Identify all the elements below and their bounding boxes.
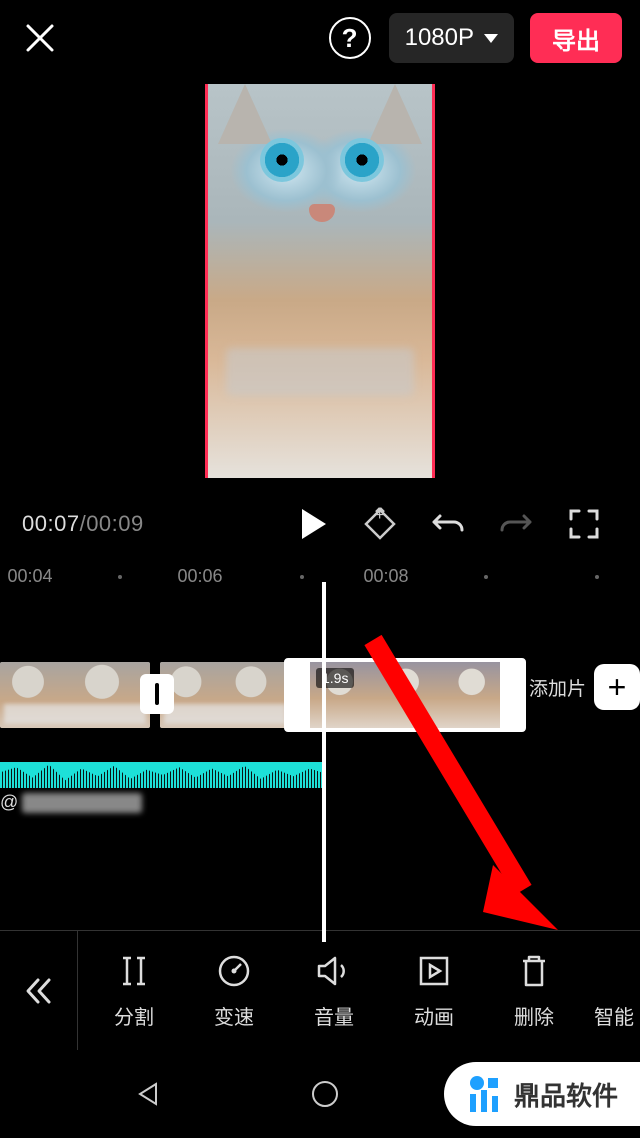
tool-label: 音量 [314, 1001, 354, 1030]
video-preview[interactable] [205, 84, 435, 478]
tool-label: 变速 [214, 1001, 254, 1030]
tool-smart[interactable]: 智能 [584, 951, 640, 1030]
triangle-left-icon [134, 1080, 162, 1108]
tool-label: 删除 [514, 1001, 554, 1030]
tool-delete[interactable]: 删除 [484, 951, 584, 1030]
undo-icon [430, 506, 466, 542]
chevron-down-icon [484, 34, 498, 43]
help-icon: ? [342, 23, 358, 54]
ruler-dot [484, 575, 488, 579]
redo-icon [498, 506, 534, 542]
nav-back-button[interactable] [126, 1072, 170, 1116]
chevron-double-left-icon [24, 976, 54, 1006]
tool-speed[interactable]: 变速 [184, 951, 284, 1030]
speed-icon [214, 951, 254, 991]
delete-icon [514, 951, 554, 991]
fullscreen-button[interactable] [560, 500, 608, 548]
brand-logo-icon [464, 1074, 504, 1114]
circle-icon [310, 1079, 340, 1109]
export-label: 导出 [552, 21, 600, 56]
current-time: 00:07 [22, 511, 80, 536]
play-icon [302, 509, 326, 539]
plus-icon: + [608, 671, 627, 703]
audio-author-prefix: @ [0, 792, 18, 813]
transition-button[interactable] [140, 674, 174, 714]
timeline-ruler[interactable]: 00:04 00:06 00:08 [0, 566, 640, 594]
trim-handle-right[interactable] [500, 662, 522, 728]
tool-animation[interactable]: 动画 [384, 951, 484, 1030]
audio-track[interactable]: @ [0, 762, 324, 814]
volume-icon [314, 951, 354, 991]
svg-text:+: + [375, 507, 384, 524]
ruler-dot [300, 575, 304, 579]
close-button[interactable] [18, 16, 62, 60]
timeline[interactable]: 1.9s 添加片 + @ [0, 602, 640, 942]
collapse-toolbar-button[interactable] [0, 931, 78, 1050]
ruler-tick: 00:04 [7, 566, 52, 587]
brand-text: 鼎品软件 [514, 1076, 618, 1113]
add-clip-button[interactable]: + [594, 664, 640, 710]
ruler-tick: 00:08 [363, 566, 408, 587]
keyframe-button[interactable]: + [356, 500, 404, 548]
animation-icon [414, 951, 454, 991]
tool-label: 智能 [594, 1001, 634, 1030]
trim-handle-left[interactable] [288, 662, 310, 728]
tool-label: 分割 [114, 1001, 154, 1030]
split-icon [114, 951, 154, 991]
resolution-selector[interactable]: 1080P [389, 13, 514, 63]
help-button[interactable]: ? [329, 17, 371, 59]
play-button[interactable] [288, 500, 336, 548]
video-clip[interactable] [0, 662, 150, 728]
playhead[interactable] [322, 582, 326, 942]
tool-label: 动画 [414, 1001, 454, 1030]
redo-button [492, 500, 540, 548]
tool-volume[interactable]: 音量 [284, 951, 384, 1030]
audio-author-blurred [22, 793, 142, 813]
smart-icon [594, 951, 634, 991]
export-button[interactable]: 导出 [530, 13, 622, 63]
brand-watermark: 鼎品软件 [444, 1062, 640, 1126]
fullscreen-icon [568, 508, 600, 540]
video-clip[interactable] [160, 662, 290, 728]
keyframe-icon: + [362, 506, 398, 542]
resolution-value: 1080P [405, 24, 474, 52]
playback-time: 00:07/00:09 [22, 511, 144, 537]
undo-button[interactable] [424, 500, 472, 548]
total-time: 00:09 [86, 511, 144, 536]
ruler-tick: 00:06 [177, 566, 222, 587]
add-clip-label: 添加片 [529, 674, 586, 701]
ruler-dot [595, 575, 599, 579]
audio-waveform [0, 762, 326, 788]
nav-home-button[interactable] [303, 1072, 347, 1116]
selected-clip[interactable]: 1.9s [284, 658, 526, 732]
close-icon [25, 23, 55, 53]
ruler-dot [118, 575, 122, 579]
tool-split[interactable]: 分割 [84, 951, 184, 1030]
